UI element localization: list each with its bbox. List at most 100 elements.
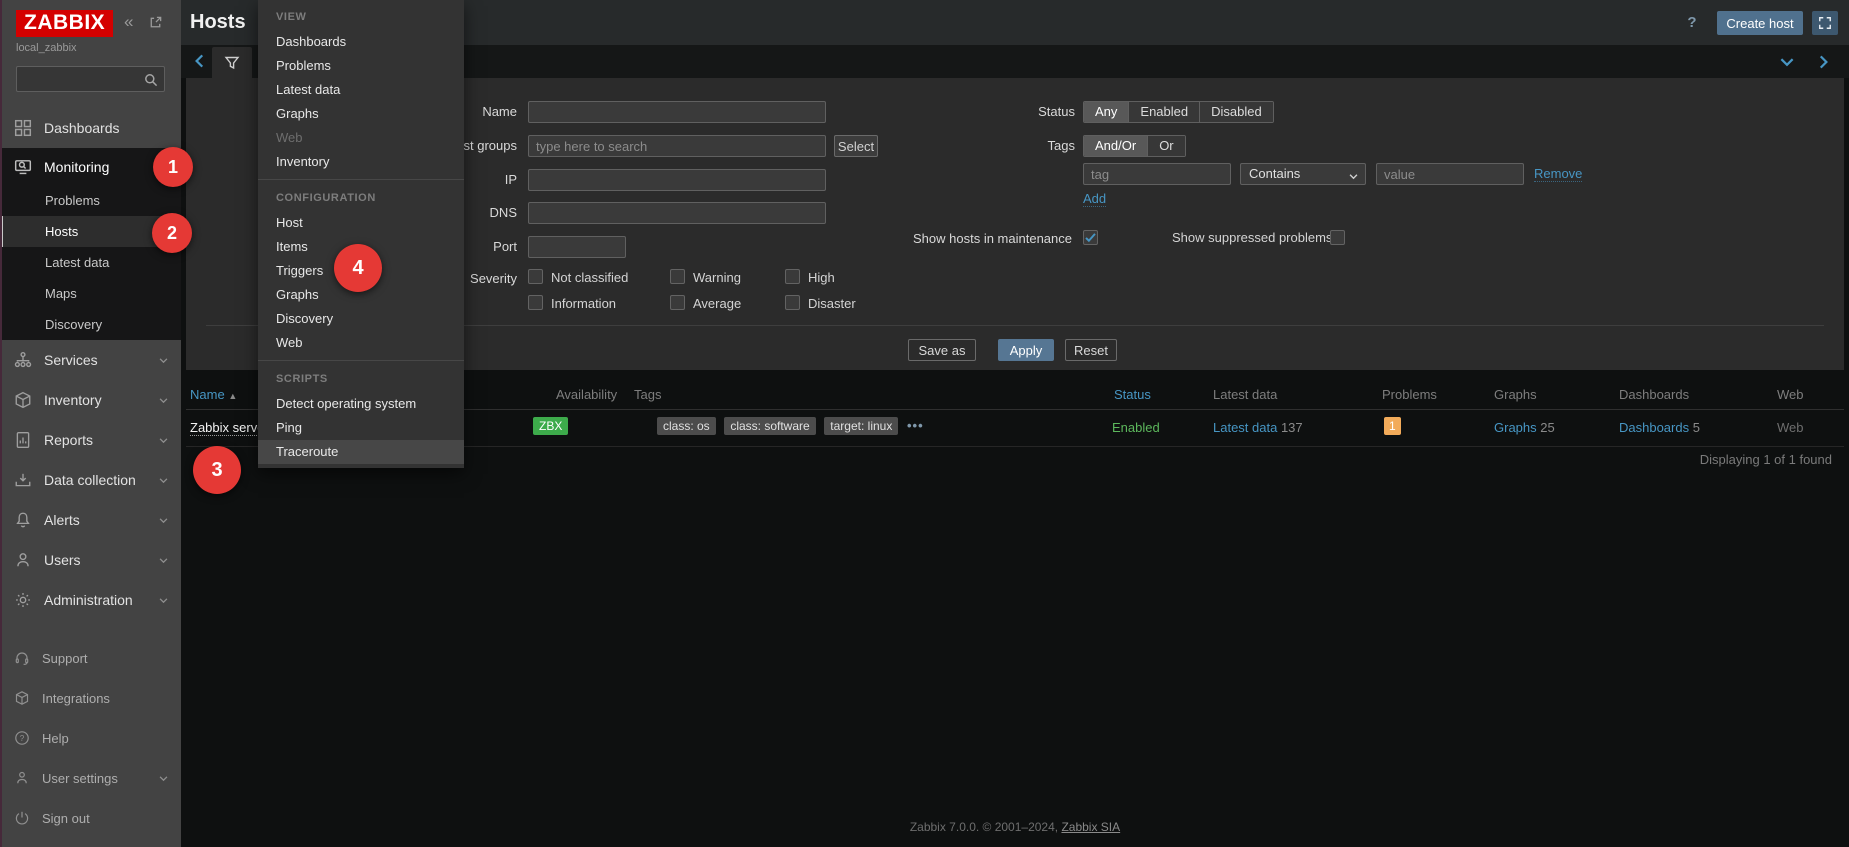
menu-item-dashboards[interactable]: Dashboards [258,30,464,54]
chevron-left-icon [195,54,204,68]
column-header-latest-data: Latest data [1213,387,1278,402]
sidebar-item-help[interactable]: ? Help [0,718,181,758]
sidebar-subitem-discovery[interactable]: Discovery [0,309,181,340]
tag-chip[interactable]: class: os [657,417,716,435]
menu-item-detect-os[interactable]: Detect operating system [258,392,464,416]
latest-data-link[interactable]: Latest data [1213,420,1277,435]
sidebar-item-integrations[interactable]: Integrations [0,678,181,718]
menu-item-host[interactable]: Host [258,211,464,235]
menu-item-inventory[interactable]: Inventory [258,150,464,174]
sidebar-item-support[interactable]: Support [0,638,181,678]
host-name-link[interactable]: Zabbix server [190,418,269,438]
graphs-link[interactable]: Graphs [1494,420,1537,435]
column-header-status[interactable]: Status [1114,384,1151,405]
severity-average-checkbox[interactable] [670,295,685,310]
severity-warning-checkbox[interactable] [670,269,685,284]
tag-remove-link[interactable]: Remove [1534,166,1583,182]
tag-add-link[interactable]: Add [1083,191,1107,207]
sidebar-subitem-problems[interactable]: Problems [0,185,181,216]
dashboards-link[interactable]: Dashboards [1619,420,1689,435]
annotation-badge-2: 2 [152,213,192,253]
subitem-label: Problems [45,193,100,208]
zabbix-logo[interactable]: ZABBIX [16,10,114,37]
fullscreen-button[interactable] [1812,11,1838,35]
collapse-sidebar-icon[interactable]: « [124,12,133,32]
status-enabled-option[interactable]: Enabled [1129,102,1201,122]
host-groups-input[interactable] [528,135,826,157]
reset-button[interactable]: Reset [1065,339,1117,361]
monitoring-icon [14,159,32,174]
footer-zabbix-sia-link[interactable]: Zabbix SIA [1061,820,1120,834]
sidebar-item-user-settings[interactable]: User settings [0,758,181,798]
table-summary: Displaying 1 of 1 found [1699,452,1832,467]
tag-chip[interactable]: target: linux [824,417,899,435]
severity-high-checkbox[interactable] [785,269,800,284]
menu-item-graphs[interactable]: Graphs [258,102,464,126]
dns-input[interactable] [528,202,826,224]
status-label: Status [1038,104,1075,119]
sidebar-item-reports[interactable]: Reports [0,420,181,460]
status-disabled-option[interactable]: Disabled [1200,102,1273,122]
maintenance-checkbox[interactable] [1083,230,1098,245]
ip-input[interactable] [528,169,826,191]
menu-item-discovery[interactable]: Discovery [258,307,464,331]
tags-operator-segmented-control: And/Or Or [1083,135,1186,157]
collapse-filter-icon[interactable] [1778,53,1796,74]
more-tags-button[interactable]: ••• [907,418,924,433]
tags-andor-option[interactable]: And/Or [1084,136,1149,156]
sidebar-item-label: Sign out [42,810,90,826]
tag-name-input[interactable] [1083,163,1231,185]
severity-disaster-checkbox[interactable] [785,295,800,310]
sidebar-item-services[interactable]: Services [0,340,181,380]
graphs-cell: Graphs 25 [1494,418,1555,438]
collapse-filter-left-icon[interactable] [191,52,209,73]
apply-button[interactable]: Apply [998,339,1054,361]
host-status[interactable]: Enabled [1112,418,1160,438]
undock-sidebar-icon[interactable] [148,15,163,35]
sidebar-item-dashboards[interactable]: Dashboards [0,108,181,148]
header-label: Name [190,387,225,402]
severity-information-checkbox[interactable] [528,295,543,310]
name-input[interactable] [528,101,826,123]
menu-item-latest-data[interactable]: Latest data [258,78,464,102]
port-input[interactable] [528,236,626,258]
tag-operator-select[interactable]: Contains [1240,163,1366,185]
menu-divider [258,360,464,361]
host-name[interactable]: Zabbix server [190,420,269,436]
chevron-down-icon [1780,58,1794,67]
tag-chip[interactable]: class: software [724,417,816,435]
annotation-badge-1: 1 [153,147,193,187]
menu-item-problems[interactable]: Problems [258,54,464,78]
sidebar-subitem-maps[interactable]: Maps [0,278,181,309]
filter-tab[interactable] [212,47,252,78]
column-header-name[interactable]: Name ▲ [190,384,237,405]
menu-item-ping[interactable]: Ping [258,416,464,440]
menu-item-traceroute[interactable]: Traceroute [258,440,464,464]
sidebar-item-alerts[interactable]: Alerts [0,500,181,540]
sidebar-search [16,66,165,92]
check-icon [1085,233,1096,243]
search-input[interactable] [17,67,137,91]
sidebar-item-users[interactable]: Users [0,540,181,580]
status-any-option[interactable]: Any [1084,102,1130,122]
sidebar-item-inventory[interactable]: Inventory [0,380,181,420]
host-context-menu: VIEW Dashboards Problems Latest data Gra… [258,0,464,468]
suppressed-checkbox[interactable] [1330,230,1345,245]
help-icon[interactable]: ? [1682,11,1702,35]
save-as-button[interactable]: Save as [908,339,976,361]
reports-icon [16,432,30,448]
sidebar-item-data-collection[interactable]: Data collection [0,460,181,500]
sidebar-subitem-latest-data[interactable]: Latest data [0,247,181,278]
sidebar-item-sign-out[interactable]: Sign out [0,798,181,838]
tags-or-option[interactable]: Or [1148,136,1185,156]
zbx-availability-badge[interactable]: ZBX [533,417,569,435]
severity-not-classified-checkbox[interactable] [528,269,543,284]
create-host-button[interactable]: Create host [1717,11,1803,35]
column-header-problems: Problems [1382,387,1437,402]
next-page-icon[interactable] [1814,53,1832,74]
menu-item-config-web[interactable]: Web [258,331,464,355]
sidebar-item-administration[interactable]: Administration [0,580,181,620]
select-button[interactable]: Select [834,135,878,157]
tag-value-input[interactable] [1376,163,1524,185]
problem-count-badge[interactable]: 1 [1384,417,1401,435]
